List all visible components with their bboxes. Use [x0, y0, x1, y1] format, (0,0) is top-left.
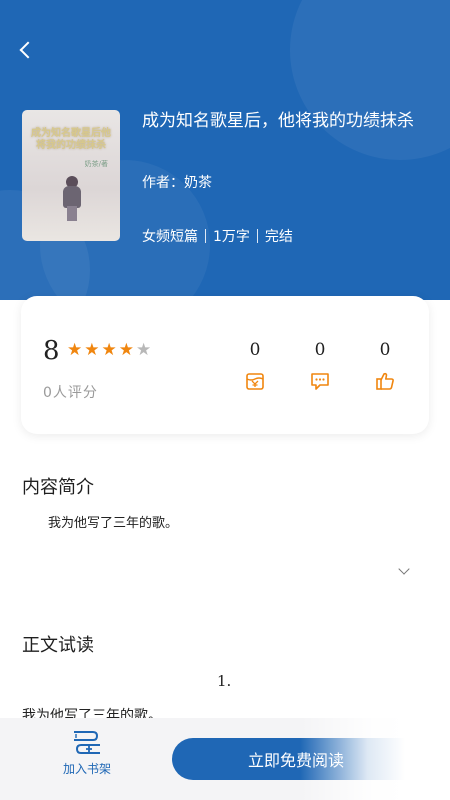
cover-title: 成为知名歌星后他将我的功绩抹杀: [31, 128, 111, 151]
comment-icon[interactable]: [309, 370, 331, 392]
cover-author: 奶茶/著: [84, 160, 108, 168]
star-filled-icon[interactable]: ★: [84, 340, 101, 360]
rating-score: 8: [43, 336, 60, 366]
add-to-shelf-button[interactable]: 加入书架: [58, 728, 116, 777]
book-title: 成为知名歌星后，他将我的功绩抹杀: [142, 111, 414, 131]
like-count: 0: [379, 340, 391, 360]
comment-count: 0: [314, 340, 326, 360]
add-to-shelf-label: 加入书架: [62, 762, 111, 776]
meta-divider: [256, 229, 258, 243]
rating-count: 0人评分: [43, 385, 98, 401]
ticket-icon[interactable]: [244, 370, 266, 392]
intro-text: 我为他写了三年的歌。: [48, 516, 179, 531]
book-category: 女频短篇: [142, 229, 198, 245]
monthly-ticket-stat[interactable]: 0: [235, 340, 275, 392]
preview-chapter-number: 1.: [217, 672, 232, 690]
star-filled-icon[interactable]: ★: [102, 340, 119, 360]
ticket-count: 0: [249, 340, 261, 360]
meta-divider: [205, 229, 206, 243]
intro-heading: 内容简介: [22, 477, 94, 498]
book-author: 作者：奶茶: [142, 175, 212, 191]
decor-circle: [290, 0, 450, 160]
book-status: 完结: [264, 229, 293, 245]
star-empty-icon[interactable]: ★: [136, 340, 153, 360]
book-meta: 女频短篇 1万字 完结: [142, 226, 293, 246]
like-stat[interactable]: 0: [365, 340, 405, 392]
bookshelf-add-icon: [69, 728, 105, 758]
rating-card: 8 ★★★★★ 0人评分 0 0 0: [21, 296, 429, 434]
rating-stars[interactable]: ★★★★★: [67, 340, 153, 360]
star-filled-icon[interactable]: ★: [67, 340, 84, 360]
cover-figure-illustration: [60, 176, 84, 221]
preview-heading: 正文试读: [22, 635, 94, 656]
back-arrow-icon[interactable]: [16, 40, 38, 62]
comment-stat[interactable]: 0: [300, 340, 340, 392]
star-filled-icon[interactable]: ★: [119, 340, 136, 360]
book-word-count: 1万字: [213, 229, 250, 245]
chevron-down-icon[interactable]: [398, 565, 410, 577]
read-free-label: 立即免费阅读: [248, 751, 345, 770]
read-free-button[interactable]: 立即免费阅读: [172, 738, 440, 780]
thumbs-up-icon[interactable]: [374, 370, 396, 392]
book-cover: 成为知名歌星后他将我的功绩抹杀 奶茶/著: [22, 110, 120, 241]
